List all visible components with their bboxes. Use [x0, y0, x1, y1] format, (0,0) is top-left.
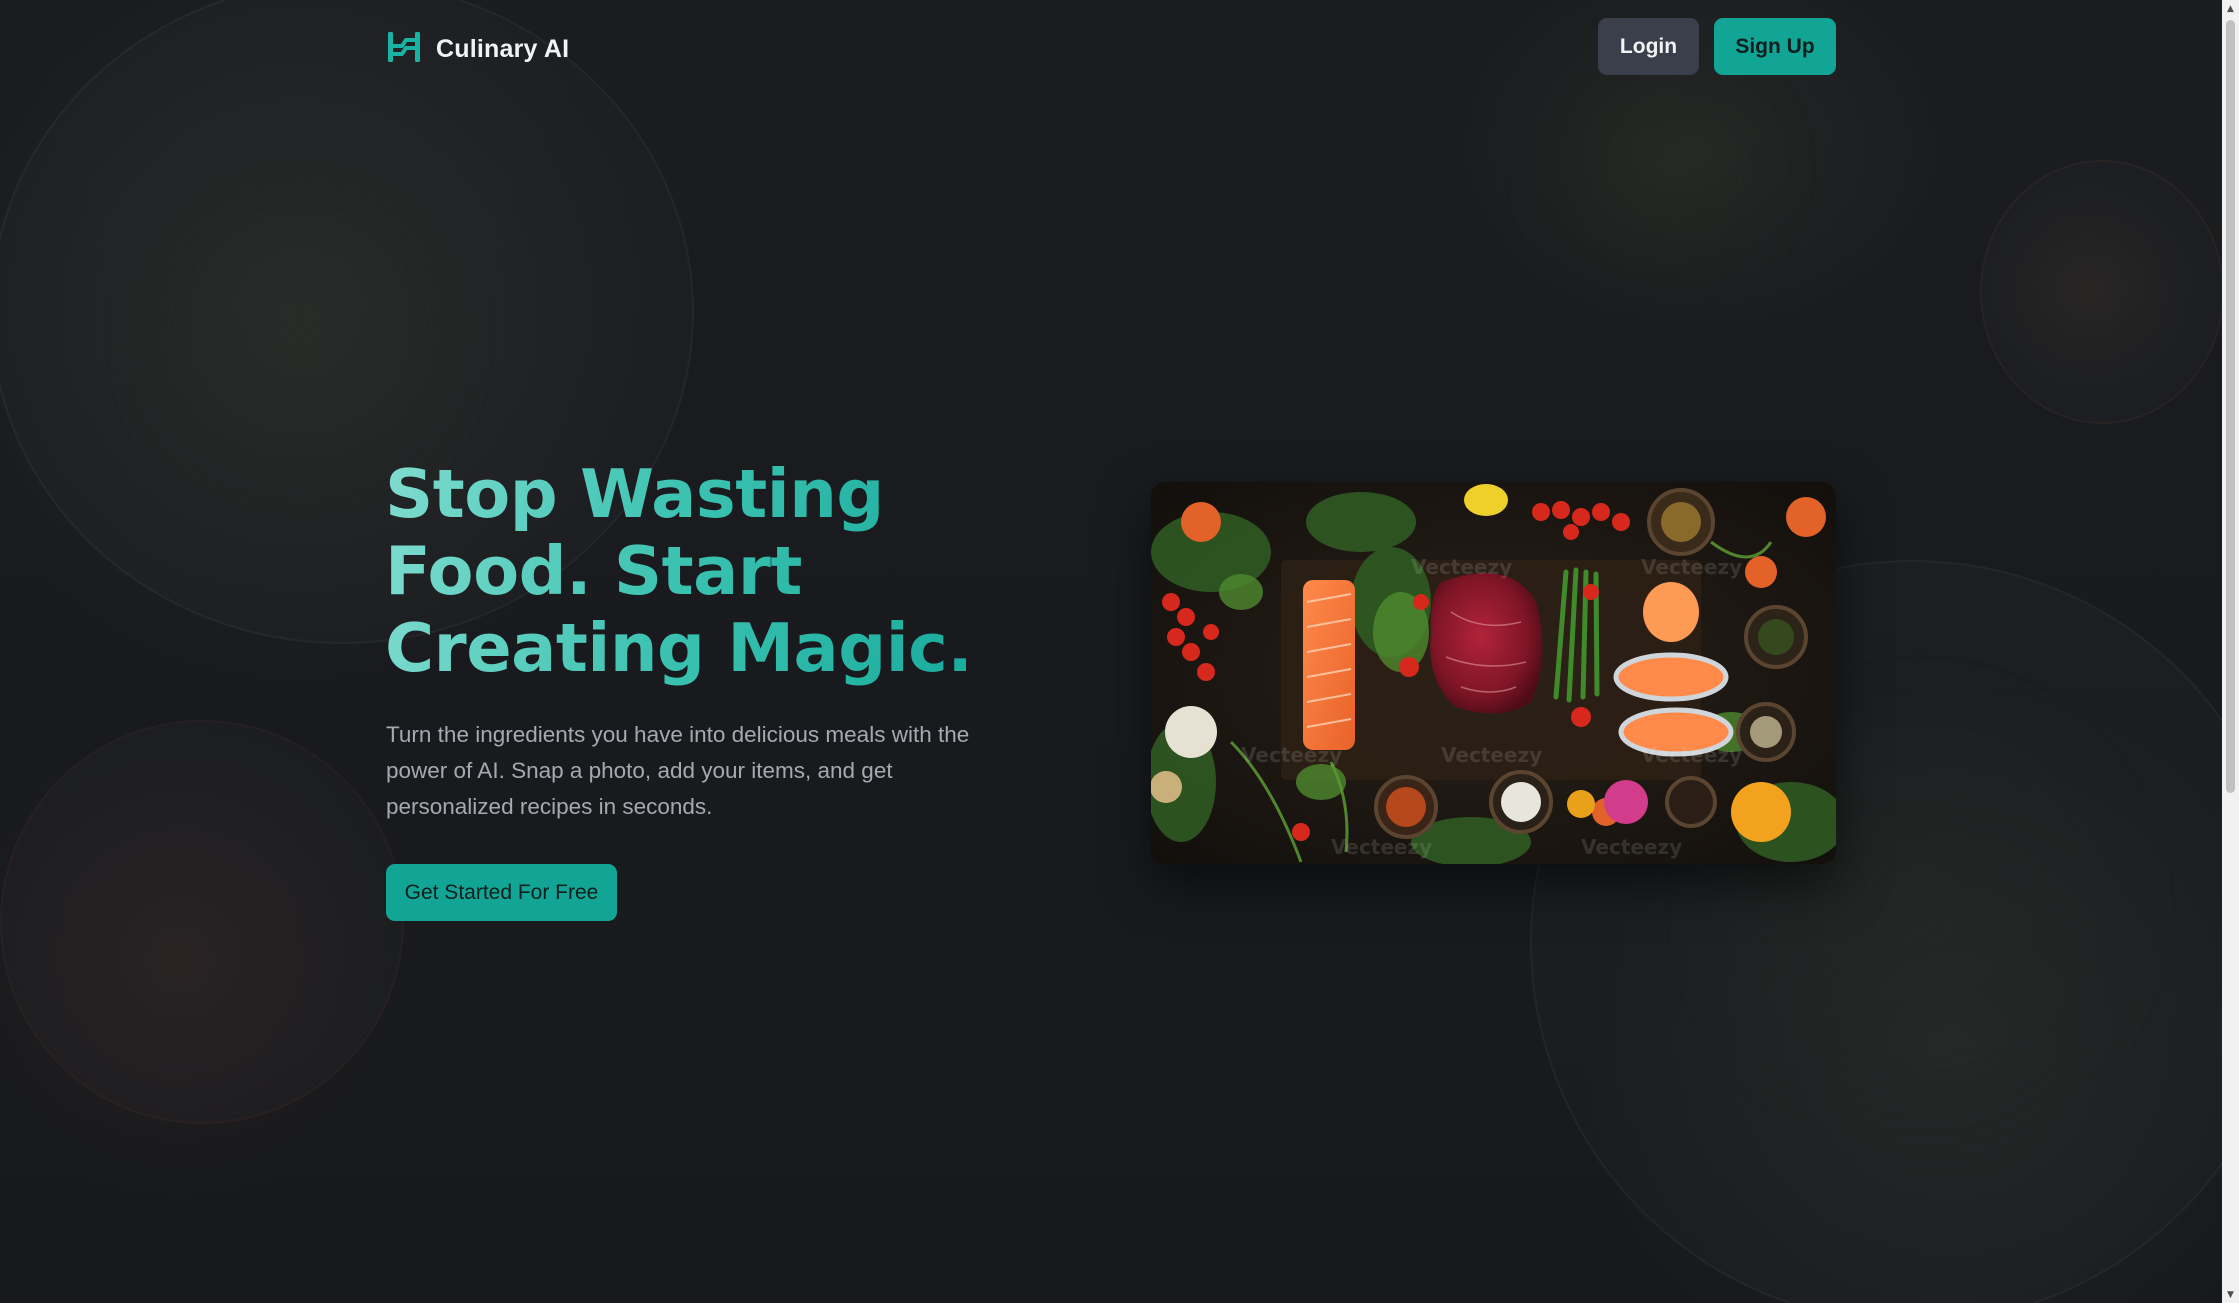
- image-watermark: Vecteezy: [1641, 555, 1742, 579]
- hero-title-line: Food. Start: [385, 532, 802, 610]
- top-navbar: Culinary AI Login Sign Up: [386, 18, 1836, 76]
- login-button[interactable]: Login: [1598, 18, 1699, 75]
- page-scrollbar[interactable]: ▲ ▼: [2222, 0, 2239, 1303]
- background-plate: [0, 720, 404, 1124]
- hero-title: Stop Wasting Food. Start Creating Magic.: [385, 456, 1025, 687]
- image-watermark: Vecteezy: [1581, 835, 1682, 859]
- scrollbar-thumb[interactable]: [2226, 20, 2235, 793]
- brand-name: Culinary AI: [436, 35, 570, 63]
- landing-page: Culinary AI Login Sign Up Stop Wasting F…: [0, 0, 2239, 1303]
- image-watermark: Vecteezy: [1641, 743, 1742, 767]
- get-started-button[interactable]: Get Started For Free: [386, 864, 617, 921]
- hero-title-line: Creating Magic.: [385, 609, 973, 687]
- scroll-up-icon[interactable]: ▲: [2222, 0, 2239, 17]
- image-watermark: Vecteezy: [1241, 743, 1342, 767]
- image-watermark: Vecteezy: [1411, 555, 1512, 579]
- brand[interactable]: Culinary AI: [386, 30, 569, 69]
- background-texture: [1480, 40, 1840, 300]
- background-plate: [1980, 160, 2224, 424]
- nav-actions: Login Sign Up: [1598, 18, 1836, 75]
- hero-title-line: Stop Wasting: [385, 455, 884, 533]
- scroll-down-icon[interactable]: ▼: [2222, 1286, 2239, 1303]
- signup-button[interactable]: Sign Up: [1714, 18, 1836, 75]
- hero-subtitle: Turn the ingredients you have into delic…: [386, 722, 970, 819]
- culinary-logo-icon: [386, 30, 422, 69]
- image-watermark: Vecteezy: [1331, 835, 1432, 859]
- hero-food-image: Vecteezy Vecteezy Vecteezy Vecteezy Vect…: [1151, 482, 1836, 864]
- image-watermark: Vecteezy: [1441, 743, 1542, 767]
